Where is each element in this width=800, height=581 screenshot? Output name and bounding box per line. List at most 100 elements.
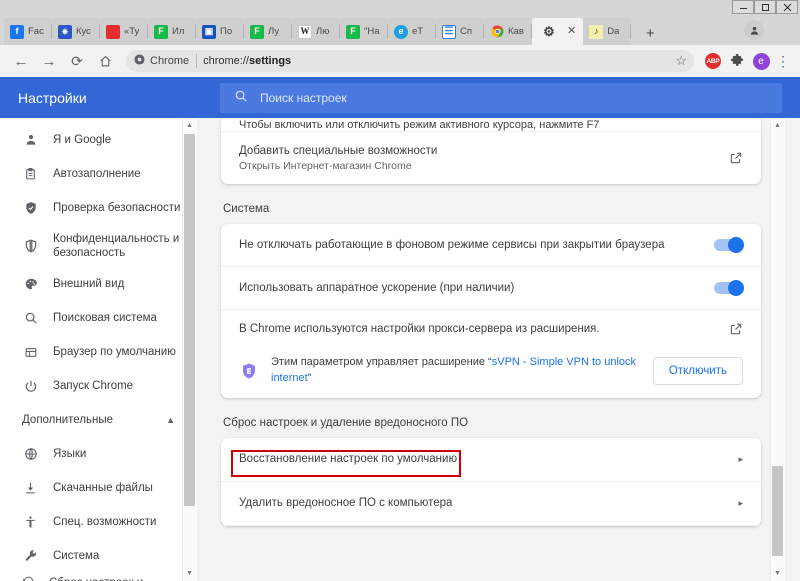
- sidebar-item-accessibility[interactable]: Спец. возможности: [0, 505, 197, 539]
- sidebar-item-startup[interactable]: Запуск Chrome: [0, 369, 197, 403]
- active-tab-settings[interactable]: ⚙ ✕: [532, 18, 584, 45]
- scroll-down-icon[interactable]: ▼: [182, 566, 197, 581]
- proxy-settings-row[interactable]: В Chrome используются настройки прокси-с…: [221, 310, 761, 348]
- sidebar-item-label: Внешний вид: [53, 277, 125, 290]
- scroll-up-icon[interactable]: ▲: [770, 118, 785, 133]
- edge-icon: e: [394, 24, 408, 39]
- reset-card: Восстановление настроек по умолчанию ▸ У…: [221, 437, 761, 526]
- row-text: Добавить специальные возможности Открыть…: [239, 145, 725, 172]
- tab-label: По: [220, 26, 233, 37]
- close-icon[interactable]: ✕: [564, 26, 579, 37]
- sidebar-group-label: Дополнительные: [22, 414, 114, 426]
- browser-tab[interactable]: ♪ Da: [583, 18, 632, 45]
- adblock-icon[interactable]: ABP: [702, 50, 724, 72]
- globe-icon: [22, 447, 39, 461]
- green-f-icon: F: [250, 24, 264, 39]
- browser-tab[interactable]: f Fac: [4, 18, 52, 45]
- settings-sidebar: Я и Google Автозаполнение Проверка безоп…: [0, 118, 197, 581]
- sidebar-item-safety-check[interactable]: Проверка безопасности: [0, 191, 197, 225]
- search-settings-input[interactable]: Поиск настроек: [220, 83, 782, 113]
- chrome-menu-icon[interactable]: ⋮: [774, 48, 792, 74]
- browser-tab[interactable]: F Лу: [244, 18, 292, 45]
- settings-header: Настройки Поиск настроек: [0, 77, 800, 118]
- sidebar-item-appearance[interactable]: Внешний вид: [0, 267, 197, 301]
- browser-tab[interactable]: W Лю: [292, 18, 340, 45]
- minimize-button[interactable]: [732, 0, 754, 14]
- window-controls: [732, 0, 798, 14]
- tab-label: Сп: [460, 26, 473, 37]
- scroll-down-icon[interactable]: ▼: [770, 566, 785, 581]
- sidebar-item-downloads[interactable]: Скачанные файлы: [0, 471, 197, 505]
- row-label: Использовать аппаратное ускорение (при н…: [239, 282, 515, 294]
- extension-control-notice: Этим параметром управляет расширение “sV…: [221, 348, 761, 398]
- sidebar-item-default-browser[interactable]: Браузер по умолчанию: [0, 335, 197, 369]
- disable-extension-button[interactable]: Отключить: [652, 356, 743, 385]
- person-icon: [22, 133, 39, 147]
- background-services-toggle[interactable]: [714, 237, 744, 253]
- sidebar-item-search-engine[interactable]: Поисковая система: [0, 301, 197, 335]
- browser-tab[interactable]: Кав: [484, 18, 532, 45]
- profile-avatar[interactable]: е: [750, 50, 772, 72]
- sidebar-item-autofill[interactable]: Автозаполнение: [0, 157, 197, 191]
- sidebar-item-reset[interactable]: Сброс настроек и: [0, 573, 197, 581]
- main-scrollbar-thumb[interactable]: [772, 466, 783, 556]
- browser-tab[interactable]: ☰ Сп: [436, 18, 484, 45]
- background-services-row[interactable]: Не отключать работающие в фоновом режиме…: [221, 224, 761, 267]
- scroll-up-icon[interactable]: ▲: [182, 118, 197, 133]
- row-label: Не отключать работающие в фоновом режиме…: [239, 239, 665, 251]
- reset-section-title: Сброс настроек и удаление вредоносного П…: [223, 416, 469, 429]
- page-title: Настройки: [18, 89, 87, 106]
- add-accessibility-row[interactable]: Добавить специальные возможности Открыть…: [221, 132, 761, 184]
- sidebar-item-label: Поисковая система: [53, 311, 157, 324]
- accessibility-card: Чтобы включить или отключить режим актив…: [221, 118, 761, 184]
- hardware-acceleration-row[interactable]: Использовать аппаратное ускорение (при н…: [221, 267, 761, 310]
- chevron-right-icon[interactable]: ▸: [731, 498, 743, 509]
- browser-tab[interactable]: ▣ По: [196, 18, 244, 45]
- row-label: Восстановление настроек по умолчанию: [239, 453, 458, 466]
- back-icon[interactable]: ←: [8, 48, 34, 74]
- clean-up-computer-row[interactable]: Удалить вредоносное ПО с компьютера ▸: [221, 482, 761, 526]
- sidebar-item-system[interactable]: Система: [0, 539, 197, 573]
- sidebar-item-privacy-security[interactable]: Конфиденциальность и безопасность: [0, 225, 197, 267]
- close-button[interactable]: [776, 0, 798, 14]
- browser-tab[interactable]: «Ту: [100, 18, 148, 45]
- hardware-acceleration-toggle[interactable]: [714, 280, 744, 296]
- browser-toolbar: ← → ⟳ Chrome chrome://settings ☆ ABP е ⋮: [0, 45, 800, 77]
- blue-photo-icon: ▣: [202, 24, 216, 39]
- sidebar-item-languages[interactable]: Языки: [0, 437, 197, 471]
- sidebar-scrollbar-thumb[interactable]: [184, 134, 195, 506]
- toggle-knob: [728, 280, 744, 296]
- browser-tab[interactable]: ⎈ Кус: [52, 18, 100, 45]
- sidebar-item-you-and-google[interactable]: Я и Google: [0, 123, 197, 157]
- chevron-up-icon[interactable]: ▲: [166, 415, 175, 425]
- maximize-button[interactable]: [754, 0, 776, 14]
- home-icon[interactable]: [92, 48, 118, 74]
- wrench-icon: [22, 549, 39, 563]
- site-identity: Chrome: [134, 54, 198, 68]
- browser-tab[interactable]: e еТ: [388, 18, 436, 45]
- browser-tab[interactable]: F ″На: [340, 18, 388, 45]
- green-f-icon: F: [154, 24, 168, 39]
- toggle-knob: [728, 237, 744, 253]
- address-bar[interactable]: Chrome chrome://settings ☆: [126, 50, 694, 72]
- sidebar-group-advanced[interactable]: Дополнительные ▲: [0, 403, 197, 437]
- external-link-icon[interactable]: [725, 151, 743, 165]
- forward-icon[interactable]: →: [36, 48, 62, 74]
- tab-profile-avatar[interactable]: [744, 20, 764, 40]
- chevron-right-icon[interactable]: ▸: [731, 454, 743, 465]
- reload-icon[interactable]: ⟳: [64, 48, 90, 74]
- system-card: Не отключать работающие в фоновом режиме…: [221, 224, 761, 398]
- chrome-icon: [490, 25, 504, 39]
- new-tab-button[interactable]: +: [637, 21, 663, 45]
- sidebar-item-label: Скачанные файлы: [53, 481, 153, 494]
- sidebar-item-label: Запуск Chrome: [53, 379, 134, 392]
- external-link-icon[interactable]: [725, 322, 743, 336]
- browser-tab[interactable]: F Ил: [148, 18, 196, 45]
- restore-defaults-row[interactable]: Восстановление настроек по умолчанию ▸: [221, 438, 761, 482]
- tab-label: Лу: [268, 26, 280, 37]
- extension-notice-text: Этим параметром управляет расширение “sV…: [271, 355, 641, 387]
- sidebar-item-label: Конфиденциальность и безопасность: [53, 232, 180, 259]
- bookmark-star-icon[interactable]: ☆: [675, 53, 687, 69]
- extensions-puzzle-icon[interactable]: [726, 50, 748, 72]
- palette-icon: [22, 277, 39, 291]
